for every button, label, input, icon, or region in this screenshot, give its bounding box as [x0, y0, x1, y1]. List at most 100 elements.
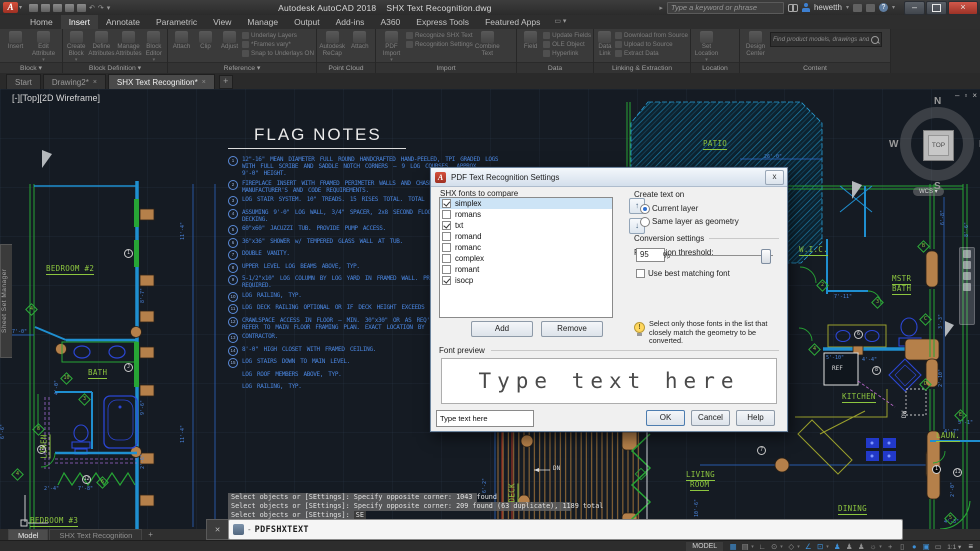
new-layout-button[interactable]: +	[143, 529, 158, 540]
ribbon-button-field[interactable]: Field	[519, 30, 542, 51]
ribbon-tab-express-tools[interactable]: Express Tools	[408, 15, 477, 29]
font-checkbox-isocp[interactable]	[442, 276, 451, 285]
pan-icon[interactable]	[963, 261, 971, 269]
command-customize-icon[interactable]	[233, 524, 244, 535]
ribbon-button-hyperlink[interactable]: Hyperlink	[543, 50, 591, 57]
ribbon-button-edit-attribute[interactable]: Edit Attribute▾	[30, 30, 57, 62]
shx-fonts-list[interactable]: simplexromanstxtromandromanccomplexroman…	[439, 197, 613, 318]
ribbon-tab-home[interactable]: Home	[22, 15, 61, 29]
ribbon-button-ole-object[interactable]: OLE Object	[543, 41, 591, 48]
font-checkbox-romand[interactable]	[442, 232, 451, 241]
redo-icon[interactable]: ↷	[98, 4, 104, 12]
best-matching-font-checkbox[interactable]	[636, 269, 645, 278]
font-item-complex[interactable]: complex	[440, 253, 612, 264]
zoom-extents-icon[interactable]	[963, 272, 971, 280]
ribbon-button-recognize-shx-text[interactable]: Recognize SHX Text	[406, 32, 473, 39]
signed-in-user[interactable]: hewetth	[814, 3, 842, 12]
infocenter-collapse-icon[interactable]: ▸	[659, 4, 663, 12]
font-checkbox-complex[interactable]	[442, 254, 451, 263]
ribbon-button-insert[interactable]: Insert	[2, 30, 29, 51]
viewport-controls[interactable]: [-][Top][2D Wireframe]	[12, 93, 100, 103]
new-file-tab-button[interactable]: +	[219, 75, 233, 89]
file-tab-start[interactable]: Start	[6, 74, 41, 89]
ribbon-button-combine-text[interactable]: Combine Text	[474, 30, 501, 58]
minimize-button[interactable]: –	[904, 1, 925, 15]
app-menu-caret-icon[interactable]: ▾	[19, 4, 22, 11]
save-icon[interactable]	[53, 4, 62, 12]
orbit-icon[interactable]	[963, 283, 971, 291]
ribbon-button-pdf-import[interactable]: PDF Import▾	[378, 30, 405, 62]
ribbon-button-upload-to-source[interactable]: Upload to Source	[615, 41, 688, 48]
workspace-icon[interactable]: ☼	[867, 542, 879, 551]
file-tab-shx-text-recognition[interactable]: SHX Text Recognition*×	[108, 74, 215, 89]
save-as-icon[interactable]	[65, 4, 74, 12]
font-checkbox-romanc[interactable]	[442, 243, 451, 252]
viewcube-north-label[interactable]: N	[934, 96, 941, 107]
dialog-close-button[interactable]: x	[765, 170, 784, 185]
layout-tab-shx-text-recognition[interactable]: SHX Text Recognition	[49, 529, 142, 540]
cancel-button[interactable]: Cancel	[691, 410, 730, 426]
new-file-icon[interactable]	[29, 4, 38, 12]
panel-title-data[interactable]: Data	[517, 62, 593, 74]
viewcube-west-label[interactable]: W	[889, 139, 898, 150]
remove-font-button[interactable]: Remove	[541, 321, 603, 337]
ribbon-button-recognition-settings[interactable]: Recognition Settings	[406, 41, 473, 48]
add-font-button[interactable]: Add	[471, 321, 533, 337]
ribbon-button-set-location[interactable]: Set Location▾	[693, 30, 720, 62]
file-tab-drawing2[interactable]: Drawing2*×	[43, 74, 106, 89]
ribbon-tab-insert[interactable]: Insert	[61, 15, 98, 29]
best-matching-font-label[interactable]: Use best matching font	[648, 269, 730, 278]
ribbon-display-toggle-icon[interactable]: ▭ ▾	[554, 15, 566, 29]
help-button[interactable]: Help	[736, 410, 775, 426]
font-item-simplex[interactable]: simplex	[440, 198, 612, 209]
ribbon-tab-featured-apps[interactable]: Featured Apps	[477, 15, 548, 29]
font-item-isocp[interactable]: isocp	[440, 275, 612, 286]
font-item-romanc[interactable]: romanc	[440, 242, 612, 253]
sheet-set-manager-tab[interactable]: Sheet Set Manager	[0, 244, 12, 358]
ortho-mode-icon[interactable]: ∟	[756, 542, 768, 551]
file-tab-close-icon[interactable]: ×	[93, 79, 97, 86]
help-menu-caret-icon[interactable]: ▾	[892, 4, 895, 11]
panel-title-reference[interactable]: Reference ▾	[168, 62, 316, 74]
viewcube-top-label[interactable]: TOP	[928, 135, 949, 156]
ribbon-button-create-block[interactable]: Create Block▾	[65, 30, 87, 62]
drawing-close-icon[interactable]: ×	[972, 91, 977, 100]
same-layer-radio[interactable]	[640, 217, 650, 227]
viewcube-wcs-menu[interactable]: WCS ▾	[913, 187, 944, 196]
font-item-romans[interactable]: romans	[440, 209, 612, 220]
undo-icon[interactable]: ↶	[89, 4, 95, 12]
object-snap-icon[interactable]: ⊡	[814, 542, 826, 551]
isolate-objects-icon[interactable]: ●	[908, 542, 920, 551]
panel-title-import[interactable]: Import	[376, 62, 516, 74]
graphics-performance-icon[interactable]: ▣	[920, 542, 932, 551]
file-tab-close-icon[interactable]: ×	[202, 79, 206, 86]
ribbon-button-update-fields[interactable]: Update Fields	[543, 32, 591, 39]
quick-properties-icon[interactable]: ▯	[896, 542, 908, 551]
font-checkbox-txt[interactable]	[442, 221, 451, 230]
ribbon-tab-parametric[interactable]: Parametric	[148, 15, 205, 29]
content-search-input[interactable]: Find product models, drawings and specs	[770, 32, 882, 47]
ribbon-tab-output[interactable]: Output	[286, 15, 328, 29]
dialog-title-bar[interactable]: A PDF Text Recognition Settings x	[431, 168, 787, 187]
panel-title-block[interactable]: Block ▾	[0, 62, 62, 74]
object-snap-tracking-icon[interactable]: ∠	[802, 542, 814, 551]
viewcube-top-face[interactable]: TOP	[923, 130, 954, 161]
customization-menu-icon[interactable]: ≡	[964, 542, 977, 551]
current-layer-label[interactable]: Current layer	[652, 204, 698, 213]
ribbon-button-attach[interactable]: Attach	[347, 30, 374, 51]
annotation-scale-button[interactable]: 1:1 ▾	[945, 543, 963, 551]
ribbon-tab-annotate[interactable]: Annotate	[98, 15, 148, 29]
open-file-icon[interactable]	[41, 4, 50, 12]
ribbon-tab-view[interactable]: View	[205, 15, 239, 29]
ribbon-button-extract-data[interactable]: Extract Data	[615, 50, 688, 57]
annotation-monitor-icon[interactable]: +	[884, 542, 896, 551]
ribbon-button-block-editor[interactable]: Block Editor▾	[143, 30, 165, 62]
polar-tracking-icon[interactable]: ⊙	[768, 542, 780, 551]
search-input[interactable]: Type a keyword or phrase	[667, 2, 784, 14]
ribbon-tab-add-ins[interactable]: Add-ins	[328, 15, 373, 29]
threshold-slider[interactable]	[667, 255, 773, 256]
ribbon-tab-manage[interactable]: Manage	[239, 15, 286, 29]
panel-title-point-cloud[interactable]: Point Cloud	[317, 62, 375, 74]
ribbon-button-clip[interactable]: Clip	[194, 30, 217, 51]
font-item-romant[interactable]: romant	[440, 264, 612, 275]
